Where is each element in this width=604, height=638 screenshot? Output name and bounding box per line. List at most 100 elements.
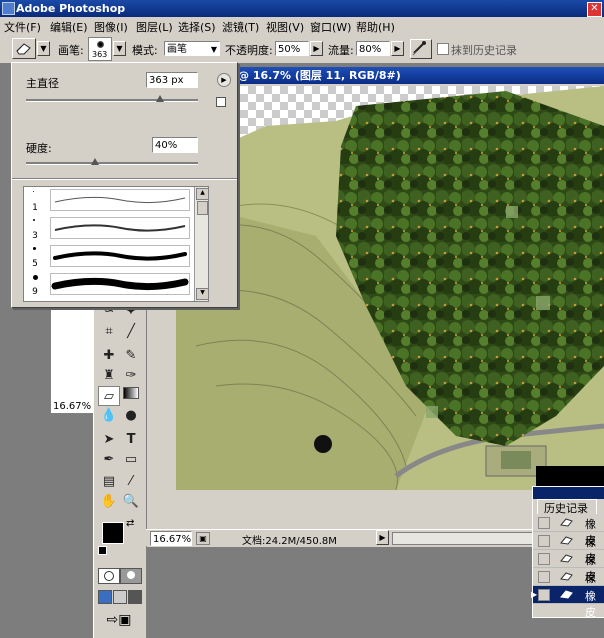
- path-select-icon[interactable]: ➤: [98, 430, 120, 450]
- menu-edit[interactable]: 编辑(E): [50, 19, 88, 35]
- brush-size-value: 363: [92, 50, 108, 59]
- history-item[interactable]: 橡皮: [533, 550, 604, 583]
- eyedropper-icon[interactable]: ⁄: [120, 472, 142, 492]
- history-snapshot-checkbox[interactable]: [538, 553, 550, 565]
- history-snapshot-checkbox[interactable]: [538, 571, 550, 583]
- blur-icon[interactable]: 💧: [98, 406, 120, 426]
- save-brush-icon[interactable]: [216, 97, 226, 107]
- zoom-icon[interactable]: 🔍: [120, 492, 142, 512]
- flow-input[interactable]: 80%: [356, 41, 390, 56]
- scroll-thumb[interactable]: [197, 201, 208, 215]
- brush-preset-item[interactable]: 5: [24, 243, 194, 271]
- diameter-label: 主直径: [26, 77, 59, 90]
- scroll-down-icon[interactable]: ▼: [196, 288, 208, 300]
- brush-tip-icon: [33, 191, 34, 192]
- menu-image[interactable]: 图像(I): [94, 19, 128, 35]
- brush-list-scrollbar[interactable]: ▲ ▼: [194, 187, 208, 301]
- brush-preset-item[interactable]: 9: [24, 271, 194, 299]
- brush-preset-item[interactable]: 3: [24, 215, 194, 243]
- opacity-slider-button[interactable]: ▶: [310, 41, 323, 56]
- history-snapshot-checkbox[interactable]: [538, 517, 550, 529]
- brush-tip-icon: [33, 247, 36, 250]
- diameter-input[interactable]: 363 px: [146, 72, 198, 88]
- healing-brush-icon[interactable]: ✚: [98, 346, 120, 366]
- shape-icon[interactable]: ▭: [120, 450, 142, 470]
- quick-mask-icon[interactable]: [98, 568, 120, 584]
- default-colors-icon[interactable]: [98, 546, 107, 555]
- tab-history[interactable]: 历史记录: [537, 499, 597, 515]
- crop-icon[interactable]: ⌗: [98, 322, 120, 342]
- quick-mask-mode-icon[interactable]: [120, 568, 142, 584]
- menu-window[interactable]: 窗口(W): [310, 19, 351, 35]
- brush-stroke-preview: [50, 245, 190, 267]
- close-icon[interactable]: ✕: [587, 2, 602, 17]
- diameter-slider[interactable]: [26, 99, 198, 102]
- brush-preset-item[interactable]: 1: [24, 187, 194, 215]
- flow-slider-button[interactable]: ▶: [391, 41, 404, 56]
- status-popup-arrow[interactable]: ▶: [376, 530, 389, 545]
- chevron-down-icon: ▼: [210, 45, 217, 54]
- stamp-icon[interactable]: ♜: [98, 366, 120, 386]
- diameter-slider-thumb[interactable]: [156, 95, 165, 102]
- history-brush-icon[interactable]: ✑: [120, 366, 142, 386]
- zoom-value: 16.67%: [153, 534, 192, 545]
- panel-menu-icon[interactable]: ▶: [217, 73, 231, 87]
- hand-icon[interactable]: ✋: [98, 492, 120, 512]
- erase-history-checkbox[interactable]: [437, 43, 449, 55]
- hardness-value: 40%: [155, 140, 178, 151]
- menu-layer[interactable]: 图层(L): [136, 19, 173, 35]
- dodge-icon[interactable]: ●: [120, 406, 142, 426]
- foreground-color-swatch[interactable]: [102, 522, 124, 544]
- menu-file[interactable]: 文件(F): [4, 19, 41, 35]
- tool-preset-dropdown[interactable]: ▼: [37, 41, 50, 56]
- mode-value: 画笔: [167, 44, 187, 55]
- brush-picker-dropdown[interactable]: ▼: [113, 41, 126, 56]
- menu-filter[interactable]: 滤镜(T): [222, 19, 259, 35]
- status-menu-icon[interactable]: ▣: [196, 532, 210, 545]
- brush-picker[interactable]: 363: [88, 37, 112, 61]
- mode-select[interactable]: 画笔 ▼: [164, 41, 220, 56]
- gradient-icon[interactable]: [120, 386, 142, 406]
- menu-select[interactable]: 选择(S): [178, 19, 216, 35]
- jump-to-imageready-icon[interactable]: ⇨▣: [102, 612, 136, 630]
- image-canvas[interactable]: [176, 86, 604, 490]
- menu-help[interactable]: 帮助(H): [356, 19, 395, 35]
- screen-mode-full-icon[interactable]: [128, 590, 142, 604]
- navigator-zoom[interactable]: 16.67%: [53, 401, 91, 412]
- history-snapshot-checkbox[interactable]: [538, 589, 550, 601]
- history-snapshot-checkbox[interactable]: [538, 535, 550, 547]
- eraser-icon: [560, 536, 573, 545]
- horizontal-scrollbar[interactable]: [392, 532, 534, 545]
- history-item[interactable]: 橡皮: [533, 568, 604, 601]
- history-panel-header[interactable]: [533, 487, 604, 499]
- brush-tip-icon: [33, 275, 38, 280]
- history-item[interactable]: 橡皮: [533, 532, 604, 565]
- airbrush-button[interactable]: [410, 39, 432, 59]
- pen-icon[interactable]: ✒: [98, 450, 120, 470]
- zoom-field[interactable]: 16.67%: [150, 531, 192, 546]
- document-size-info: 文档:24.2M/450.8M: [242, 536, 337, 547]
- hardness-input[interactable]: 40%: [152, 137, 198, 153]
- app-title: Adobe Photoshop: [16, 2, 126, 15]
- screen-mode-full-menu-icon[interactable]: [113, 590, 127, 604]
- screen-mode-icon[interactable]: [98, 590, 112, 604]
- scroll-up-icon[interactable]: ▲: [196, 188, 208, 200]
- brush-icon[interactable]: ✎: [120, 346, 142, 366]
- brush-preset-size: 3: [32, 231, 38, 241]
- document-status-bar: 16.67% ▣ 文档:24.2M/450.8M ▶: [146, 529, 536, 547]
- diameter-value: 363 px: [149, 75, 184, 86]
- eraser-icon: [560, 518, 573, 527]
- opacity-input[interactable]: 50%: [275, 41, 309, 56]
- slice-icon[interactable]: ╱: [120, 322, 142, 342]
- menu-view[interactable]: 视图(V): [266, 19, 304, 35]
- hardness-slider-thumb[interactable]: [90, 158, 99, 165]
- brush-preset-size: 5: [32, 259, 38, 269]
- eraser-tool-icon[interactable]: ▱: [98, 386, 120, 406]
- swap-colors-icon[interactable]: ⇄: [126, 518, 134, 529]
- type-icon[interactable]: T: [120, 430, 142, 450]
- history-item[interactable]: 橡皮: [533, 514, 604, 547]
- notes-icon[interactable]: ▤: [98, 472, 120, 492]
- history-item-selected[interactable]: ▶ 橡皮: [531, 586, 604, 619]
- hardness-slider[interactable]: [26, 162, 198, 165]
- eraser-tool-preset-button[interactable]: [12, 38, 36, 59]
